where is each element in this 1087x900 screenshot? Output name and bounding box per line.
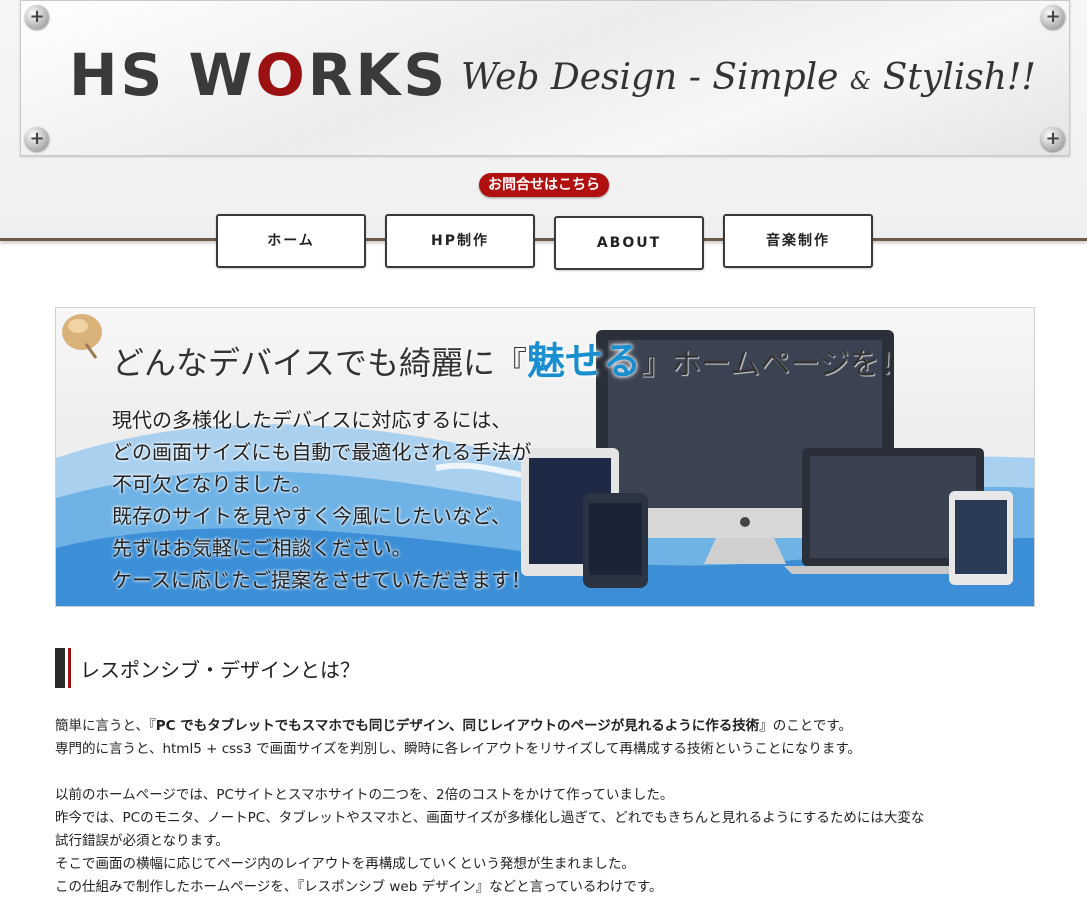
hero-line: どの画面サイズにも自動で最適化される手法が <box>112 440 532 464</box>
paragraph: そこで画面の横幅に応じてページ内のレイアウトを再構成していくという発想が生まれま… <box>55 856 635 872</box>
logo-text-o: O <box>255 41 308 109</box>
nav-about[interactable]: ABOUT <box>554 216 704 270</box>
header-divider <box>0 238 1087 241</box>
screw-icon: + <box>25 5 49 29</box>
hero-headline: どんなデバイスでも綺麗に『魅せる』ホームページを！ <box>112 330 910 385</box>
paragraph: 専門的に言うと、html5 + css3 で画面サイズを判別し、瞬時に各レイアウ… <box>55 741 861 757</box>
contact-button[interactable]: お問合せはこちら <box>479 173 609 197</box>
tagline-main: Web Design - Simple <box>461 57 850 98</box>
section-title-bar <box>55 648 65 688</box>
hero-banner: どんなデバイスでも綺麗に『魅せる』ホームページを！ 現代の多様化したデバイスに対… <box>55 307 1035 607</box>
hero-line: 既存のサイトを見やすく今風にしたいなど、 <box>112 504 511 528</box>
screw-icon: + <box>25 127 49 151</box>
section-body: 簡単に言うと、『PC でもタブレットでもスマホでも同じデザイン、同じレイアウトの… <box>55 715 1035 899</box>
paragraph: 試行錯誤が必須となります。 <box>55 833 229 849</box>
pushpin-icon <box>62 314 102 359</box>
paragraph: 昨今では、PCのモニタ、ノートPC、タブレットやスマホと、画面サイズが多様化し過… <box>55 810 925 826</box>
site-tagline: Web Design - Simple & Stylish!! <box>461 53 1036 106</box>
paragraph: この仕組みで制作したホームページを、『レスポンシブ web デザイン』などと言っ… <box>55 879 663 895</box>
p1-post: 』のことです。 <box>759 718 852 734</box>
hero-headline-post: 』ホームページを！ <box>641 347 910 382</box>
paragraph: 簡単に言うと、『PC でもタブレットでもスマホでも同じデザイン、同じレイアウトの… <box>55 715 1035 738</box>
hero-headline-accent: 魅せる <box>527 338 642 383</box>
nav-hp-production[interactable]: HP制作 <box>385 214 535 268</box>
hero-line: 現代の多様化したデバイスに対応するには、 <box>112 408 512 432</box>
screw-icon: + <box>1041 127 1065 151</box>
p1-bold: PC でもタブレットでもスマホでも同じデザイン、同じレイアウトのページが見れるよ… <box>155 718 760 734</box>
site-logo[interactable]: HS WORKS <box>69 43 448 107</box>
hero-description: 現代の多様化したデバイスに対応するには、 どの画面サイズにも自動で最適化される手… <box>112 404 531 596</box>
tagline-end: Stylish!! <box>871 57 1036 98</box>
hero-line: 不可欠となりました。 <box>112 472 312 496</box>
section-title-accent <box>68 648 71 688</box>
nav-home[interactable]: ホーム <box>216 214 366 268</box>
logo-plate: + + + + HS WORKS Web Design - Simple & S… <box>20 0 1070 156</box>
logo-text-suffix: RKS <box>307 41 449 109</box>
tagline-amp: & <box>849 67 872 95</box>
p1-pre: 簡単に言うと、『 <box>55 718 156 734</box>
hero-line: ケースに応じたご提案をさせていただきます！ <box>112 568 531 592</box>
logo-text-prefix: HS W <box>69 41 256 109</box>
screw-icon: + <box>1041 5 1065 29</box>
hero-line: 先ずはお気軽にご相談ください。 <box>112 536 412 560</box>
section-title: レスポンシブ・デザインとは？ <box>80 658 360 682</box>
hero-headline-pre: どんなデバイスでも綺麗に『 <box>112 344 528 382</box>
paragraph: 以前のホームページでは、PCサイトとスマホサイトの二つを、2倍のコストをかけて作… <box>55 787 674 803</box>
nav-music-production[interactable]: 音楽制作 <box>723 214 873 268</box>
